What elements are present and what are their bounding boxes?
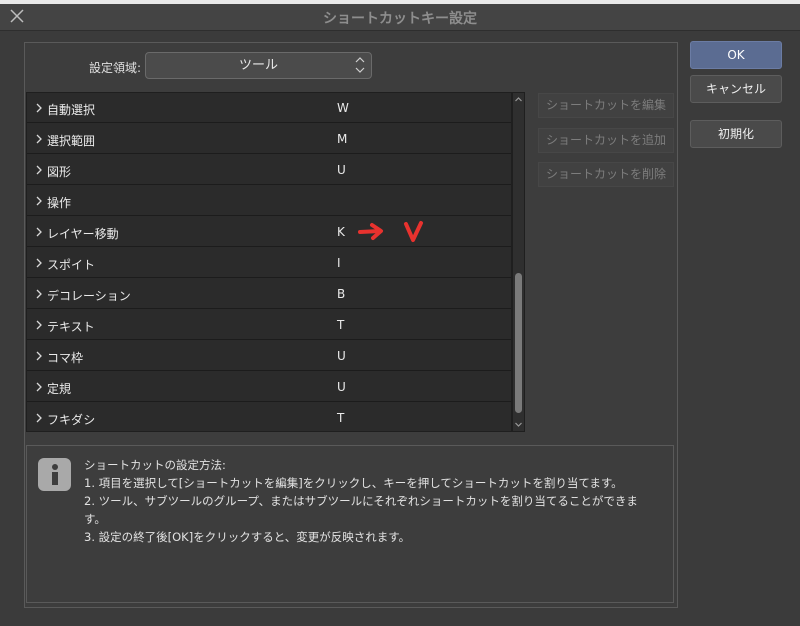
shortcut-list: 自動選択 W 選択範囲 M 図形 U 操作 レイヤー移動 K スポイト I デコ…: [26, 92, 512, 432]
item-key: T: [337, 318, 345, 332]
chevron-right-icon: [36, 103, 42, 113]
list-item-frame-border[interactable]: コマ枠 U: [27, 341, 511, 371]
item-name: テキスト: [47, 320, 95, 334]
item-key: T: [337, 411, 345, 425]
chevron-right-icon: [36, 227, 42, 237]
cancel-button[interactable]: キャンセル: [690, 75, 782, 103]
item-name: 図形: [47, 165, 72, 179]
help-heading: ショートカットの設定方法:: [84, 458, 226, 472]
item-key: I: [337, 256, 341, 270]
list-item-operation[interactable]: 操作: [27, 186, 511, 216]
help-line: 3. 設定の終了後[OK]をクリックすると、変更が反映されます。: [84, 530, 411, 544]
chevron-right-icon: [36, 382, 42, 392]
help-line: す。: [84, 512, 106, 526]
item-key: U: [337, 349, 346, 363]
item-name: 自動選択: [47, 103, 96, 117]
window-title: ショートカットキー設定: [323, 11, 477, 27]
scroll-up-icon[interactable]: [514, 95, 523, 104]
list-item-text[interactable]: テキスト T: [27, 310, 511, 340]
help-line: 2. ツール、サブツールのグループ、またはサブツールにそれぞれショートカットを割…: [84, 494, 638, 508]
item-name: レイヤー移動: [47, 227, 119, 241]
item-name: コマ枠: [47, 351, 84, 365]
help-line: 1. 項目を選択して[ショートカットを編集]をクリックし、キーを押してショートカ…: [84, 476, 623, 490]
info-icon-bar: [52, 472, 58, 485]
item-key: W: [337, 101, 349, 115]
list-item-eyedropper[interactable]: スポイト I: [27, 248, 511, 278]
ok-button[interactable]: OK: [690, 41, 782, 69]
chevron-right-icon: [36, 289, 42, 299]
edit-shortcut-button[interactable]: ショートカットを編集: [538, 93, 674, 118]
info-icon-dot: [52, 464, 58, 470]
title-bar: ショートカットキー設定: [0, 4, 800, 31]
chevron-right-icon: [36, 196, 42, 206]
list-item-ruler[interactable]: 定規 U: [27, 372, 511, 402]
settings-area-value: ツール: [238, 58, 278, 73]
help-text: ショートカットの設定方法: 1. 項目を選択して[ショートカットを編集]をクリッ…: [84, 456, 664, 546]
item-key: U: [337, 163, 346, 177]
scroll-down-icon[interactable]: [514, 420, 523, 429]
item-name: 操作: [47, 196, 72, 210]
list-item-figure[interactable]: 図形 U: [27, 155, 511, 185]
updown-chevron-icon: [355, 57, 365, 73]
item-key: B: [337, 287, 346, 301]
item-key: K: [337, 225, 345, 239]
chevron-right-icon: [36, 258, 42, 268]
item-key: U: [337, 380, 346, 394]
item-name: 選択範囲: [47, 134, 96, 148]
settings-area-label: 設定領域:: [89, 61, 142, 75]
chevron-right-icon: [36, 165, 42, 175]
chevron-right-icon: [36, 351, 42, 361]
list-item-balloon[interactable]: フキダシ T: [27, 403, 511, 431]
chevron-right-icon: [36, 413, 42, 423]
list-item-move-layer[interactable]: レイヤー移動 K: [27, 217, 511, 247]
list-item-decoration[interactable]: デコレーション B: [27, 279, 511, 309]
scrollbar-thumb[interactable]: [515, 273, 522, 413]
add-shortcut-button[interactable]: ショートカットを追加: [538, 128, 674, 153]
chevron-right-icon: [36, 320, 42, 330]
list-item-selection[interactable]: 選択範囲 M: [27, 124, 511, 154]
red-arrow-annotation: [358, 221, 423, 242]
item-name: スポイト: [47, 258, 96, 272]
item-name: 定規: [47, 382, 72, 396]
reset-button[interactable]: 初期化: [690, 120, 782, 148]
list-item-auto-select[interactable]: 自動選択 W: [27, 93, 511, 123]
chevron-right-icon: [36, 134, 42, 144]
item-name: デコレーション: [47, 289, 131, 303]
item-name: フキダシ: [47, 413, 96, 427]
item-key: M: [337, 132, 348, 146]
delete-shortcut-button[interactable]: ショートカットを削除: [538, 162, 674, 187]
settings-area-select[interactable]: ツール: [145, 52, 372, 79]
info-icon: [38, 458, 71, 491]
list-scrollbar[interactable]: [512, 92, 525, 432]
